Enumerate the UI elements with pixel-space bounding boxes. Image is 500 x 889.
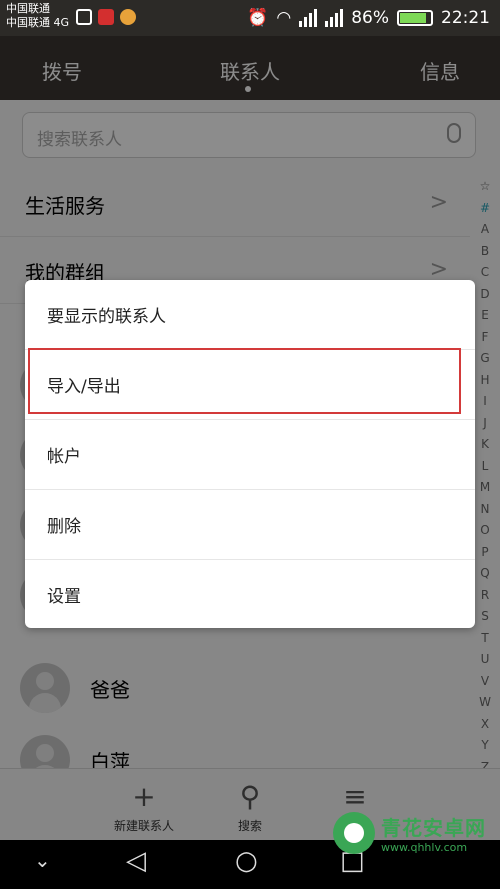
status-bar: 中国联通 中国联通 4G ⏰ ◠ 86% 22:21 [0,0,500,36]
menu-item-settings[interactable]: 设置 [25,560,475,630]
menu-item-accounts[interactable]: 帐户 [25,420,475,490]
back-icon[interactable]: ◁ [126,846,146,876]
menu-item-label: 设置 [47,587,81,607]
signal-2-icon [325,9,344,27]
notification-icons [76,9,136,25]
status-right: ⏰ ◠ 86% 22:21 [247,8,490,28]
overflow-menu: 要显示的联系人 导入/导出 帐户 删除 设置 [25,280,475,628]
wifi-icon: ◠ [276,8,292,28]
game-notification-icon [120,9,136,25]
menu-item-contacts-to-display[interactable]: 要显示的联系人 [25,280,475,350]
menu-item-label: 要显示的联系人 [47,307,166,327]
battery-percent: 86% [351,8,389,28]
menu-item-delete[interactable]: 删除 [25,490,475,560]
alarm-icon: ⏰ [247,8,269,28]
clock: 22:21 [441,8,490,28]
watermark-url: www.qhhlv.com [381,841,468,854]
menu-item-label: 帐户 [47,447,81,467]
image-notification-icon [76,9,92,25]
watermark: 青花安卓网 www.qhhlv.com [333,812,486,854]
watermark-title: 青花安卓网 [381,816,486,840]
home-icon[interactable]: ○ [235,846,258,876]
highlight-box [28,348,461,414]
carrier-info: 中国联通 中国联通 4G [6,2,69,30]
carrier-2: 中国联通 4G [6,16,70,29]
hide-nav-icon[interactable]: ⌄ [34,848,51,872]
menu-item-label: 删除 [47,517,81,537]
signal-1-icon [299,9,318,27]
carrier-1: 中国联通 [6,2,50,15]
watermark-logo-icon [333,812,375,854]
battery-icon [397,10,433,26]
app-notification-icon [98,9,114,25]
